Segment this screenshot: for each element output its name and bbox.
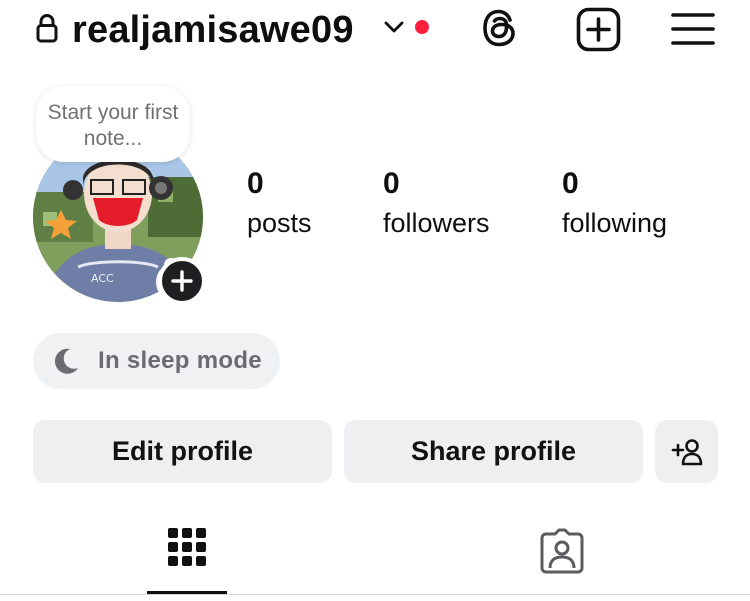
svg-text:ACC: ACC xyxy=(91,272,114,285)
note-placeholder: Start your first note... xyxy=(47,101,179,150)
add-story-button[interactable] xyxy=(158,257,206,305)
posts-label: posts xyxy=(247,208,312,238)
notification-dot xyxy=(415,20,429,34)
followers-stat[interactable]: 0 followers xyxy=(383,166,490,240)
grid-icon xyxy=(168,528,206,566)
share-profile-button[interactable]: Share profile xyxy=(344,420,643,483)
plus-square-icon[interactable] xyxy=(576,7,621,52)
tagged-person-icon xyxy=(540,528,584,574)
discover-people-button[interactable] xyxy=(655,420,718,483)
plus-icon xyxy=(171,270,193,292)
lock-icon xyxy=(36,14,58,43)
hamburger-menu-icon[interactable] xyxy=(671,12,715,46)
profile-header: realjamisawe09 xyxy=(0,0,750,64)
note-bubble[interactable]: Start your first note... xyxy=(36,86,190,162)
edit-profile-button[interactable]: Edit profile xyxy=(33,420,332,483)
following-stat[interactable]: 0 following xyxy=(562,166,667,240)
followers-count: 0 xyxy=(383,167,400,200)
sleep-mode-status[interactable]: In sleep mode xyxy=(33,333,280,389)
tab-tagged[interactable] xyxy=(522,510,602,594)
moon-icon xyxy=(54,348,78,374)
posts-stat[interactable]: 0 posts xyxy=(247,166,312,240)
threads-icon[interactable] xyxy=(479,7,521,49)
following-label: following xyxy=(562,208,668,238)
posts-count: 0 xyxy=(247,167,264,200)
sleep-mode-label: In sleep mode xyxy=(98,347,262,374)
add-person-icon xyxy=(671,438,702,465)
following-count: 0 xyxy=(562,167,579,200)
tabs-divider xyxy=(0,594,750,595)
username-switcher[interactable]: realjamisawe09 xyxy=(72,6,354,54)
followers-label: followers xyxy=(383,208,490,238)
tab-posts-grid[interactable] xyxy=(147,510,227,594)
chevron-down-icon[interactable] xyxy=(383,18,405,36)
